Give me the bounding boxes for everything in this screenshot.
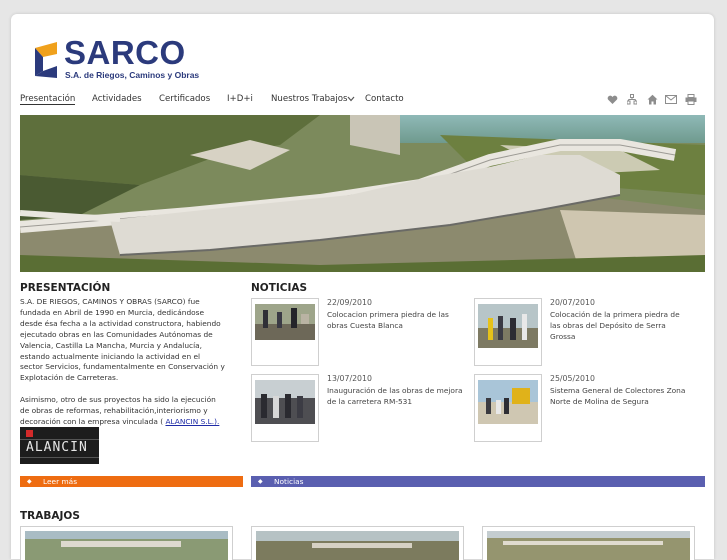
alancin-logo-text: ALANCIN	[26, 440, 88, 455]
sitemap-icon[interactable]	[627, 94, 637, 105]
nav-certificados[interactable]: Certificados	[159, 94, 210, 104]
presentation-line: S.A. DE RIEGOS, CAMINOS Y OBRAS (SARCO) …	[20, 297, 200, 306]
work-photo-icon	[256, 531, 459, 560]
nav-idi[interactable]: I+D+i	[227, 94, 253, 104]
news-photo-icon	[255, 380, 315, 424]
news-date: 13/07/2010	[327, 374, 372, 383]
news-thumbnail[interactable]	[474, 298, 542, 366]
news-thumbnail[interactable]	[251, 374, 319, 442]
news-headline[interactable]: Colocacion primera piedra de las obras C…	[327, 309, 467, 331]
work-photo-icon	[25, 531, 228, 560]
read-more-bar[interactable]: ◆ Leer más	[20, 476, 243, 487]
presentation-title: PRESENTACIÓN	[20, 282, 111, 294]
nav-contacto[interactable]: Contacto	[365, 94, 404, 104]
presentation-line: fundada en Abril de 1990 en Murcia, dedi…	[20, 307, 205, 317]
alancin-link[interactable]: ALANCIN S.L.).	[165, 417, 219, 426]
news-photo-icon	[478, 380, 538, 424]
home-icon[interactable]	[647, 94, 658, 105]
works-title: TRABAJOS	[20, 510, 80, 522]
alancin-logo[interactable]: ALANCIN	[20, 427, 99, 464]
work-thumbnail[interactable]	[482, 526, 695, 560]
news-thumbnail[interactable]	[251, 298, 319, 366]
news-photo-icon	[478, 304, 538, 348]
news-headline[interactable]: Inauguración de las obras de mejora de l…	[327, 385, 467, 407]
presentation-line-prefix: decoración con la empresa vinculada (	[20, 416, 164, 426]
news-bar-link[interactable]: Noticias	[274, 476, 304, 487]
news-item[interactable]: 20/07/2010 Colocación de la primera pied…	[474, 298, 694, 366]
news-item[interactable]: 13/07/2010 Inauguración de las obras de …	[251, 374, 471, 442]
news-headline[interactable]: Colocación de la primera piedra de las o…	[550, 309, 690, 342]
presentation-line: desde ésa fecha a la actividad construct…	[20, 318, 221, 328]
news-date: 22/09/2010	[327, 298, 372, 307]
news-headline[interactable]: Sistema General de Colectores Zona Norte…	[550, 385, 690, 407]
nav-presentacion[interactable]: Presentación	[20, 94, 76, 105]
presentation-line: Asimismo, otro de sus proyectos ha sido …	[20, 395, 216, 405]
news-item[interactable]: 25/05/2010 Sistema General de Colectores…	[474, 374, 694, 442]
print-icon[interactable]	[685, 94, 697, 105]
news-title: NOTICIAS	[251, 282, 308, 294]
brand-tagline: S.A. de Riegos, Caminos y Obras	[65, 70, 200, 80]
news-bar[interactable]: ◆ Noticias	[251, 476, 705, 487]
news-item[interactable]: 22/09/2010 Colocacion primera piedra de …	[251, 298, 471, 366]
presentation-line: Explotación de Carreteras.	[20, 373, 119, 383]
presentation-line: ejecutado obras en las Comunidades Autón…	[20, 329, 213, 339]
presentation-line: sector Servicios, fundamentalmente en Co…	[20, 362, 225, 372]
chevron-down-icon[interactable]	[347, 96, 355, 102]
work-thumbnail[interactable]	[251, 526, 464, 560]
work-photo-icon	[487, 531, 690, 560]
heart-icon[interactable]	[607, 95, 618, 105]
news-date: 20/07/2010	[550, 298, 595, 307]
read-more-link[interactable]: Leer más	[43, 476, 77, 487]
brand-name: SARCO	[64, 34, 186, 71]
nav-nuestros-trabajos[interactable]: Nuestros Trabajos	[271, 94, 347, 104]
hero-banner-image	[20, 115, 705, 272]
nav-actividades[interactable]: Actividades	[92, 94, 142, 104]
presentation-line: estando actualmente iniciando la activid…	[20, 351, 201, 361]
bullet-icon: ◆	[27, 478, 32, 485]
work-thumbnail[interactable]	[20, 526, 233, 560]
presentation-line: de obras de reformas, rehabilitación,int…	[20, 406, 208, 416]
mail-icon[interactable]	[665, 95, 677, 104]
presentation-text: S.A. DE RIEGOS, CAMINOS Y OBRAS (SARCO) …	[20, 297, 244, 428]
sarco-logo-mark-icon	[35, 42, 57, 78]
news-date: 25/05/2010	[550, 374, 595, 383]
bullet-icon: ◆	[258, 478, 263, 485]
news-thumbnail[interactable]	[474, 374, 542, 442]
presentation-line: Valencia, Castilla La Mancha, Murcia y A…	[20, 340, 203, 350]
news-photo-icon	[255, 304, 315, 340]
